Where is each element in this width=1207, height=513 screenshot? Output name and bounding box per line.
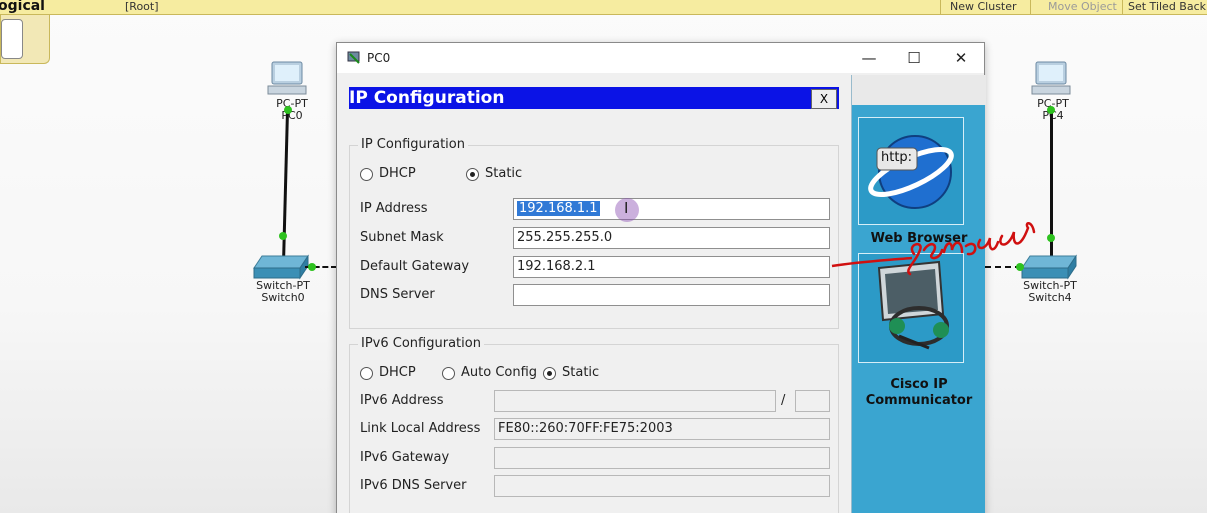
navigation-panel-tab[interactable] [0, 15, 50, 64]
ip-address-input[interactable]: 192.168.1.1 [513, 198, 830, 220]
ipv6-prefix-input[interactable] [795, 390, 830, 412]
text-cursor-icon: I [624, 199, 629, 217]
packet-tracer-icon [347, 51, 360, 64]
ipv6-config-group: IPv6 Configuration DHCP Auto Config Stat… [349, 336, 839, 513]
logical-mode-label: ogical [0, 0, 45, 14]
default-gateway-input[interactable]: 192.168.2.1 [513, 256, 830, 278]
pc0-label: PC-PT PC0 [262, 98, 322, 122]
switch0-name: Switch0 [261, 291, 305, 304]
switch0-label: Switch-PT Switch0 [248, 280, 318, 304]
ip-configuration-close-button[interactable]: X [811, 89, 837, 109]
navigation-icon [1, 19, 23, 59]
ipv6-auto-config-radio[interactable] [442, 367, 455, 380]
dns-server-input[interactable] [513, 284, 830, 306]
set-tiled-background-button[interactable]: Set Tiled Back [1128, 0, 1206, 13]
ip-configuration-header: IP Configuration X [349, 87, 839, 109]
minimize-button[interactable]: — [849, 46, 889, 70]
cisco-ip-label-2: Communicator [865, 393, 973, 408]
ip-configuration-pane: IP Configuration X IP Configuration DHCP… [349, 81, 843, 513]
web-browser-icon [868, 135, 954, 209]
ipv4-config-group: IP Configuration DHCP Static IP Address … [349, 137, 839, 329]
ipv6-auto-config-label: Auto Config [461, 365, 538, 380]
cisco-ip-label-1: Cisco IP [890, 377, 948, 392]
subnet-mask-input[interactable]: 255.255.255.0 [513, 227, 830, 249]
ip-configuration-header-title: IP Configuration [349, 88, 505, 108]
ipv6-static-radio[interactable] [543, 367, 556, 380]
ipv6-gateway-input[interactable] [494, 447, 830, 469]
ipv6-dhcp-radio[interactable] [360, 367, 373, 380]
pc0-name: PC0 [281, 109, 303, 122]
link-local-address-label: Link Local Address [360, 421, 481, 436]
ip-address-label: IP Address [360, 201, 428, 216]
ipv6-dhcp-label: DHCP [379, 365, 416, 380]
root-path-label[interactable]: [Root] [125, 0, 159, 13]
window-titlebar[interactable]: PC0 — ☐ ✕ [337, 43, 984, 73]
dns-server-label: DNS Server [360, 287, 435, 302]
switch0-icon[interactable] [252, 254, 310, 280]
ipv4-dhcp-radio[interactable] [360, 168, 373, 181]
link-status-dot [284, 106, 292, 114]
ipv6-gateway-label: IPv6 Gateway [360, 450, 450, 465]
move-object-button[interactable]: Move Object [1048, 0, 1117, 13]
switch4-name: Switch4 [1028, 291, 1072, 304]
desktop-top-strip [852, 75, 986, 105]
ipv6-static-label: Static [562, 365, 600, 380]
ipv4-static-radio[interactable] [466, 168, 479, 181]
link-status-dot [279, 232, 287, 240]
pc0-icon[interactable] [266, 60, 308, 100]
divider [1122, 0, 1123, 15]
ipv6-config-legend: IPv6 Configuration [358, 336, 484, 351]
ip-address-value: 192.168.1.1 [517, 201, 600, 216]
divider [1030, 0, 1031, 15]
ipv4-config-legend: IP Configuration [358, 137, 468, 152]
prefix-separator: / [781, 393, 786, 408]
link-status-dot [308, 263, 316, 271]
ipv6-address-label: IPv6 Address [360, 393, 444, 408]
ipv6-address-input[interactable] [494, 390, 776, 412]
default-gateway-label: Default Gateway [360, 259, 470, 274]
ipv6-dns-server-input[interactable] [494, 475, 830, 497]
pc4-icon[interactable] [1030, 60, 1072, 100]
ipv4-dhcp-label: DHCP [379, 166, 416, 181]
link-local-address-input[interactable]: FE80::260:70FF:FE75:2003 [494, 418, 830, 440]
close-window-button[interactable]: ✕ [941, 46, 981, 70]
workspace-toolbar: ogical [Root] New Cluster Move Object Se… [0, 0, 1207, 15]
link-status-dot [1047, 106, 1055, 114]
window-title: PC0 [367, 51, 391, 65]
maximize-button[interactable]: ☐ [894, 46, 934, 70]
desktop-apps-panel: http: Web Browser Cisco IP Communicator [851, 75, 986, 513]
link-status-dot [1047, 234, 1055, 242]
new-cluster-button[interactable]: New Cluster [950, 0, 1017, 13]
http-icon-text: http: [881, 150, 913, 165]
divider [940, 0, 941, 15]
ipv4-static-label: Static [485, 166, 523, 181]
web-browser-tile[interactable]: http: [858, 117, 964, 225]
ipv6-dns-server-label: IPv6 DNS Server [360, 478, 467, 493]
handwritten-annotation [831, 222, 1036, 276]
subnet-mask-label: Subnet Mask [360, 230, 444, 245]
